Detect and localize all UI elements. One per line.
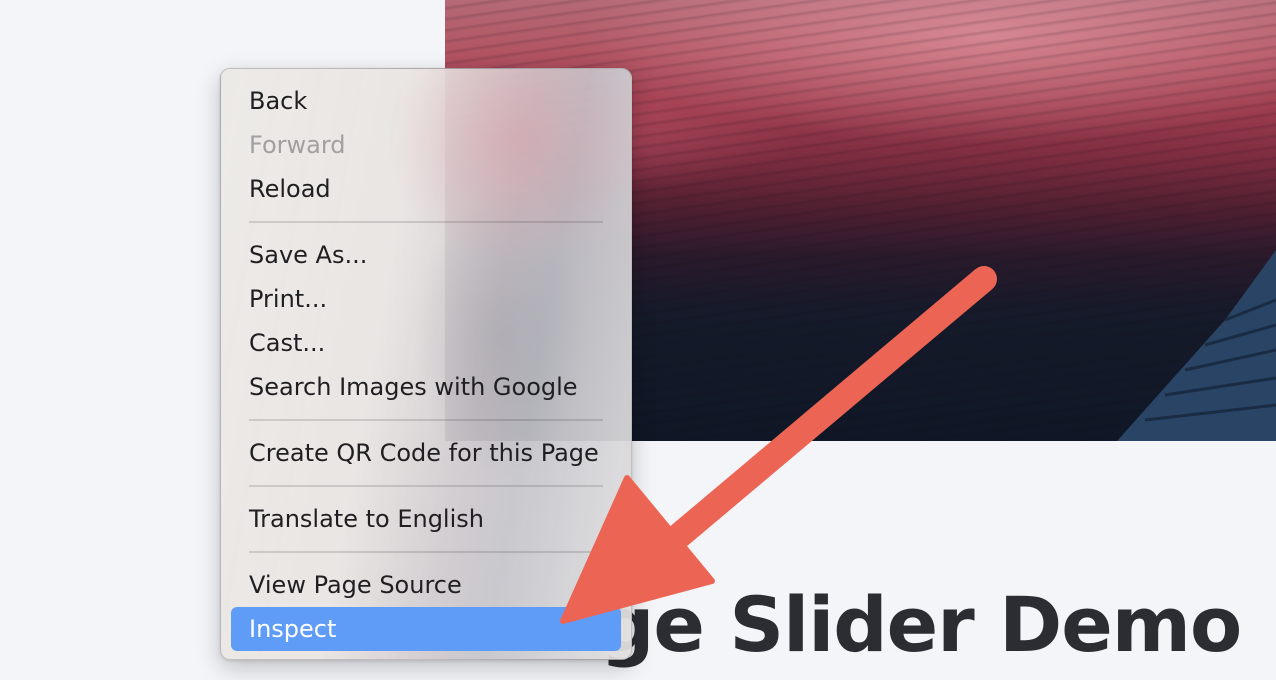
menu-item-cast[interactable]: Cast...	[231, 321, 621, 365]
browser-page: ge Slider Demo Back Forward Reload Save …	[0, 0, 1276, 680]
menu-separator	[231, 541, 621, 563]
menu-item-back[interactable]: Back	[231, 79, 621, 123]
menu-separator	[231, 409, 621, 431]
menu-separator	[231, 475, 621, 497]
menu-item-view-page-source[interactable]: View Page Source	[231, 563, 621, 607]
menu-item-save-as[interactable]: Save As...	[231, 233, 621, 277]
menu-item-reload[interactable]: Reload	[231, 167, 621, 211]
menu-item-create-qr-code[interactable]: Create QR Code for this Page	[231, 431, 621, 475]
menu-item-forward: Forward	[249, 131, 346, 159]
menu-item-search-images[interactable]: Search Images with Google	[231, 365, 621, 409]
page-title: ge Slider Demo	[600, 580, 1242, 669]
context-menu: Back Forward Reload Save As... Print... …	[220, 68, 632, 660]
menu-item-translate[interactable]: Translate to English	[231, 497, 621, 541]
menu-separator	[231, 211, 621, 233]
menu-item-print[interactable]: Print...	[231, 277, 621, 321]
menu-item-inspect[interactable]: Inspect	[231, 607, 621, 651]
